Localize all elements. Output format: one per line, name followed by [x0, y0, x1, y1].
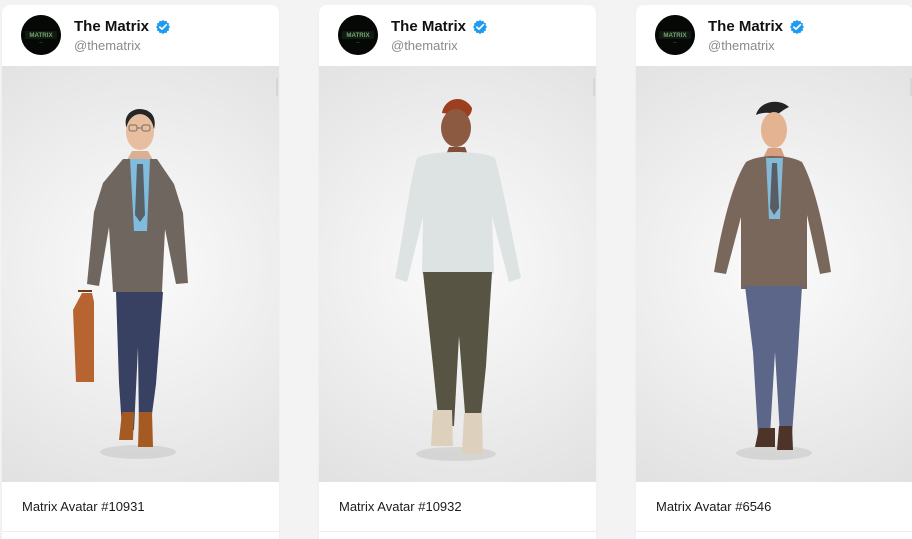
account-avatar[interactable]: MATRIX •••••	[21, 15, 61, 55]
account-name-row: The Matrix	[74, 18, 171, 36]
card-divider	[319, 531, 596, 532]
nft-card[interactable]: MATRIX ••••• The Matrix @thematrix Matri…	[636, 5, 912, 539]
account-name-row: The Matrix	[708, 18, 805, 36]
card-header: MATRIX ••••• The Matrix @thematrix	[2, 5, 279, 65]
card-header: MATRIX ••••• The Matrix @thematrix	[319, 5, 596, 65]
nft-card[interactable]: MATRIX ••••• The Matrix @thematrix Matri…	[2, 5, 279, 539]
account-name[interactable]: The Matrix	[391, 18, 466, 36]
card-divider	[636, 531, 912, 532]
svg-text:•••••: •••••	[356, 42, 360, 44]
svg-text:MATRIX: MATRIX	[346, 32, 370, 39]
avatar-image[interactable]	[2, 66, 279, 482]
account-handle[interactable]: @thematrix	[74, 38, 141, 54]
svg-text:•••••: •••••	[673, 42, 677, 44]
card-divider	[2, 531, 279, 532]
avatar-image[interactable]	[636, 66, 912, 482]
account-name[interactable]: The Matrix	[74, 18, 149, 36]
verified-check-icon	[473, 19, 488, 35]
nft-title[interactable]: Matrix Avatar #6546	[656, 498, 771, 516]
account-name-row: The Matrix	[391, 18, 488, 36]
svg-text:•••••: •••••	[39, 42, 43, 44]
svg-text:MATRIX: MATRIX	[663, 32, 687, 39]
nft-title[interactable]: Matrix Avatar #10932	[339, 498, 462, 516]
media-scroll-indicator	[276, 78, 278, 96]
account-avatar[interactable]: MATRIX •••••	[655, 15, 695, 55]
media-scroll-indicator	[593, 78, 595, 96]
verified-check-icon	[156, 19, 171, 35]
nft-card-grid: MATRIX ••••• The Matrix @thematrix Matri…	[0, 0, 912, 539]
svg-text:MATRIX: MATRIX	[29, 32, 53, 39]
account-avatar[interactable]: MATRIX •••••	[338, 15, 378, 55]
verified-check-icon	[790, 19, 805, 35]
account-handle[interactable]: @thematrix	[391, 38, 458, 54]
account-name[interactable]: The Matrix	[708, 18, 783, 36]
avatar-image[interactable]	[319, 66, 596, 482]
nft-card[interactable]: MATRIX ••••• The Matrix @thematrix Matri…	[319, 5, 596, 539]
nft-title[interactable]: Matrix Avatar #10931	[22, 498, 145, 516]
card-header: MATRIX ••••• The Matrix @thematrix	[636, 5, 912, 65]
account-handle[interactable]: @thematrix	[708, 38, 775, 54]
